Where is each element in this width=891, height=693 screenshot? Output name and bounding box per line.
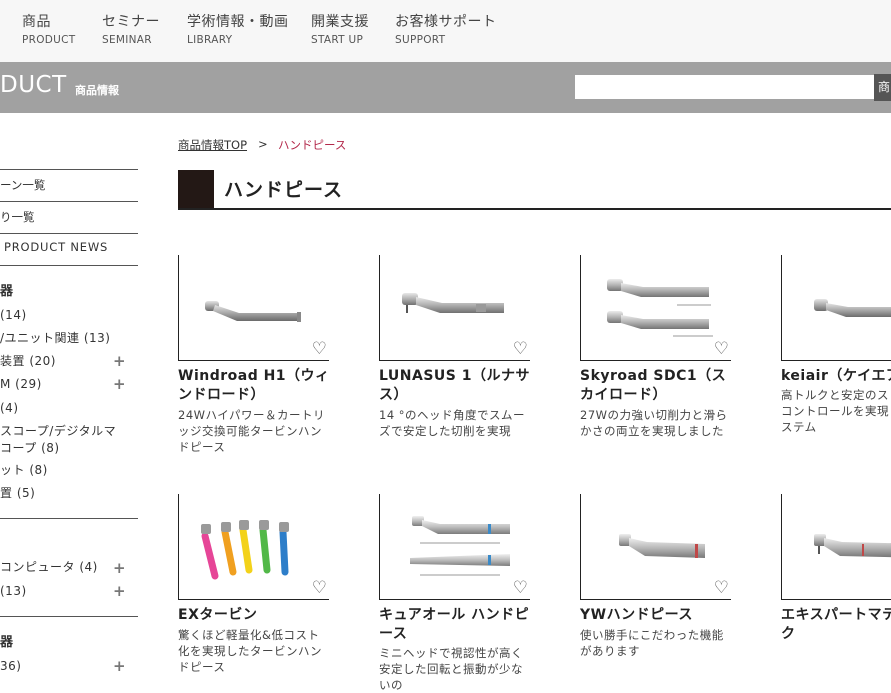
product-description: 24Wハイパワー＆カートリッジ交換可能タービンハンドピース xyxy=(178,408,326,454)
nav-startup[interactable]: 開業支援 START UP xyxy=(311,13,369,47)
sidebar-category[interactable]: /ユニット関連 (13) xyxy=(0,329,111,348)
sidebar-category[interactable]: 36) xyxy=(0,657,21,676)
breadcrumb-top-link[interactable]: 商品情報TOP xyxy=(178,137,247,153)
favorite-heart-icon[interactable]: ♡ xyxy=(312,341,327,358)
product-title[interactable]: YWハンドピース xyxy=(580,606,732,625)
favorite-heart-icon[interactable]: ♡ xyxy=(312,580,327,597)
nav-sublabel: START UP xyxy=(311,34,364,46)
section-title: DUCT xyxy=(0,72,67,98)
nav-support[interactable]: お客様サポート SUPPORT xyxy=(395,13,497,47)
nav-library[interactable]: 学術情報・動画 LIBRARY xyxy=(187,13,289,47)
nav-sublabel: SUPPORT xyxy=(395,34,446,46)
sidebar-group-heading: 器 xyxy=(0,284,14,299)
product-card[interactable]: ♡ YWハンドピース 使い勝手にこだわった機能があります xyxy=(580,494,732,674)
sidebar-category[interactable]: (4) xyxy=(0,399,19,418)
handpiece-contra-image[interactable]: ♡ xyxy=(580,494,731,600)
sidebar-category[interactable]: コンピュータ (4) xyxy=(0,558,98,577)
favorite-heart-icon[interactable]: ♡ xyxy=(714,341,729,358)
product-description: 使い勝手にこだわった機能があります xyxy=(580,628,724,658)
product-card[interactable]: ♡ Windroad H1（ウィンドロード） 24Wハイパワー＆カートリッジ交換… xyxy=(178,255,330,455)
sidebar-category[interactable]: (14) xyxy=(0,306,27,325)
sidebar-category[interactable]: 装置 (20) xyxy=(0,352,56,371)
nav-sublabel: LIBRARY xyxy=(187,34,233,46)
product-title[interactable]: keiair（ケイエア） xyxy=(781,367,891,386)
handpiece-angled-image[interactable]: ♡ xyxy=(379,255,530,361)
handpiece-colors-image[interactable]: ♡ xyxy=(178,494,329,600)
product-card[interactable]: ♡ キュアオール ハンドピース ミニヘッドで視認性が高く安定した回転と振動が少な… xyxy=(379,494,531,692)
product-title[interactable]: LUNASUS 1（ルナサス） xyxy=(379,367,531,405)
title-accent-block xyxy=(178,170,214,209)
product-title[interactable]: エキスパートマティック xyxy=(781,606,891,644)
product-title[interactable]: Windroad H1（ウィンドロード） xyxy=(178,367,330,405)
sidebar-divider xyxy=(0,169,138,170)
sidebar-category[interactable]: (13) xyxy=(0,582,27,601)
nav-product[interactable]: 商品 PRODUCT xyxy=(22,13,76,47)
handpiece-straight-image[interactable]: ♡ xyxy=(178,255,329,361)
product-description: ミニヘッドで視認性が高く安定した回転と振動が少ないの xyxy=(379,646,523,692)
favorite-heart-icon[interactable]: ♡ xyxy=(513,580,528,597)
favorite-heart-icon[interactable]: ♡ xyxy=(513,341,528,358)
sidebar-group-heading: 器 xyxy=(0,635,14,650)
sidebar-divider xyxy=(0,518,138,519)
sidebar-category[interactable]: ット (8) xyxy=(0,461,48,480)
nav-seminar[interactable]: セミナー SEMINAR xyxy=(102,13,160,47)
product-title[interactable]: EXタービン xyxy=(178,606,330,625)
handpiece-contra-image[interactable] xyxy=(781,494,891,600)
expand-plus-icon[interactable]: + xyxy=(113,659,126,674)
product-title[interactable]: キュアオール ハンドピース xyxy=(379,606,531,644)
search-input[interactable] xyxy=(575,75,874,99)
product-description: 驚くほど軽量化&低コスト化を実現したタービンハンドピース xyxy=(178,628,322,674)
nav-sublabel: SEMINAR xyxy=(102,34,152,46)
page-title: ハンドピース xyxy=(224,179,344,201)
product-card[interactable]: エキスパートマティック xyxy=(781,494,891,674)
product-card[interactable]: keiair（ケイエア） 高トルクと安定のスピードコントロールを実現したシステム xyxy=(781,255,891,455)
product-card[interactable]: ♡ EXタービン 驚くほど軽量化&低コスト化を実現したタービンハンドピース xyxy=(178,494,330,674)
handpiece-pair-image[interactable]: ♡ xyxy=(580,255,731,361)
sidebar-link-list[interactable]: り一覧 xyxy=(0,209,138,225)
sidebar-divider xyxy=(0,201,138,202)
breadcrumb-current: ハンドピース xyxy=(278,138,347,152)
expand-plus-icon[interactable]: + xyxy=(113,561,126,576)
section-subtitle: 商品情報 xyxy=(75,84,119,97)
nav-sublabel: PRODUCT xyxy=(22,34,76,46)
sidebar-divider xyxy=(0,265,138,266)
search-button[interactable]: 商品 xyxy=(874,74,891,101)
nav-label: 開業支援 xyxy=(311,14,369,30)
product-card[interactable]: ♡ LUNASUS 1（ルナサス） 14 °のヘッド角度でスムーズで安定した切削… xyxy=(379,255,531,455)
breadcrumb-separator: > xyxy=(258,137,268,151)
title-underline xyxy=(178,208,891,210)
sidebar-category[interactable]: コープ (8) xyxy=(0,439,60,458)
sidebar-category[interactable]: M (29) xyxy=(0,375,42,394)
nav-label: セミナー xyxy=(102,14,160,30)
product-description: 高トルクと安定のスピードコントロールを実現したシステム xyxy=(781,388,891,434)
product-description: 14 °のヘッド角度でスムーズで安定した切削を実現 xyxy=(379,408,526,438)
nav-label: 学術情報・動画 xyxy=(187,14,289,30)
nav-label: お客様サポート xyxy=(395,14,497,30)
handpiece-straight-image[interactable] xyxy=(781,255,891,361)
sidebar-link-campaign[interactable]: ーン一覧 xyxy=(0,177,138,193)
favorite-heart-icon[interactable]: ♡ xyxy=(714,580,729,597)
sidebar-category[interactable]: 置 (5) xyxy=(0,484,35,503)
sidebar-link-news[interactable]: PRODUCT NEWS xyxy=(4,240,142,254)
handpiece-contra-pair-image[interactable]: ♡ xyxy=(379,494,530,600)
expand-plus-icon[interactable]: + xyxy=(113,584,126,599)
expand-plus-icon[interactable]: + xyxy=(113,354,126,369)
nav-label: 商品 xyxy=(22,14,51,30)
sidebar-divider xyxy=(0,233,138,234)
product-description: 27Wの力強い切削力と滑らかさの両立を実現しました xyxy=(580,408,728,438)
product-title[interactable]: Skyroad SDC1（スカイロード） xyxy=(580,367,732,405)
product-card[interactable]: ♡ Skyroad SDC1（スカイロード） 27Wの力強い切削力と滑らかさの両… xyxy=(580,255,732,455)
top-navigation: 商品 PRODUCT セミナー SEMINAR 学術情報・動画 LIBRARY … xyxy=(0,0,891,62)
sidebar-divider xyxy=(0,616,138,617)
expand-plus-icon[interactable]: + xyxy=(113,377,126,392)
